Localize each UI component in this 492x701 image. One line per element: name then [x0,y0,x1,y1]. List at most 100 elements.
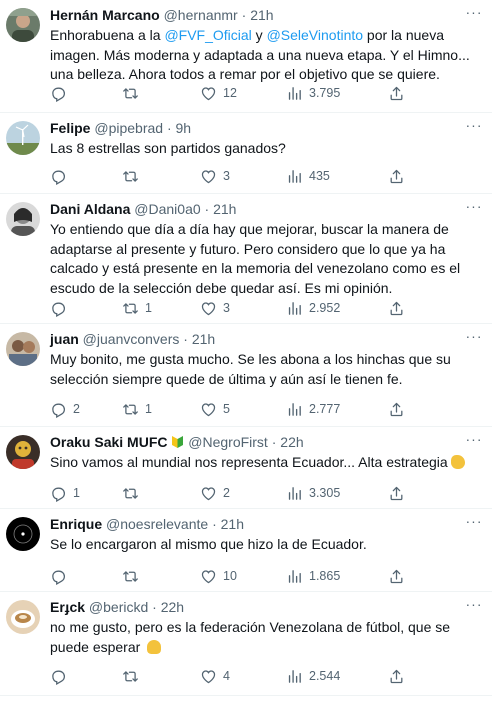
author-handle[interactable]: @juanvconvers [83,331,180,347]
reply-button[interactable] [50,667,73,685]
timestamp[interactable]: 21h [192,331,215,347]
like-count: 3 [223,301,230,315]
author-handle[interactable]: @noesrelevante [106,516,208,532]
reply-icon [50,485,67,502]
more-options-icon[interactable]: ··· [464,4,484,24]
reply-button[interactable]: 1 [50,484,80,502]
retweet-icon [122,85,139,102]
timestamp[interactable]: 21h [213,201,236,217]
author-handle[interactable]: @berickd [89,599,148,615]
separator-dot: · [204,201,210,217]
like-count: 3 [223,169,230,183]
share-button[interactable] [388,400,405,418]
avatar[interactable] [6,435,40,469]
reply-button[interactable] [50,299,73,317]
avatar[interactable] [6,332,40,366]
author-handle[interactable]: @hernanmr [164,7,238,23]
like-count: 10 [223,569,237,583]
views-button[interactable]: 2.544 [286,667,340,685]
views-button[interactable]: 2.952 [286,299,340,317]
tweet-text-part: no me gusto, pero es la federación Venez… [50,619,451,655]
tweet[interactable]: Dani Aldana @Dani0a0 · 21h ··· Yo entien… [0,194,492,324]
shrug-person-icon [147,639,162,654]
author-name[interactable]: Oraku Saki MUFC [50,434,167,450]
reply-count: 1 [73,486,80,500]
retweet-button[interactable] [122,667,145,685]
mention-link[interactable]: @FVF_Oficial [164,27,251,43]
separator-dot: · [183,331,188,347]
views-button[interactable]: 3.305 [286,484,340,502]
tweet-header: Felipe @pipebrad · 9h [50,119,462,137]
timestamp[interactable]: 21h [221,516,244,532]
author-handle[interactable]: @NegroFirst [188,434,268,450]
tweet-header: Oraku Saki MUFC @NegroFirst · 22h [50,433,462,451]
more-options-icon[interactable]: ··· [464,431,484,451]
tweet-text: Enhorabuena a la @FVF_Oficial y @SeleVin… [50,26,482,85]
retweet-button[interactable]: 1 [122,299,152,317]
share-button[interactable] [388,567,405,585]
timestamp[interactable]: 22h [280,434,303,450]
author-handle[interactable]: @Dani0a0 [134,201,200,217]
author-name[interactable]: juan [50,331,79,347]
tweet[interactable]: juan @juanvconvers · 21h ··· Muy bonito,… [0,324,492,427]
like-button[interactable]: 2 [200,484,230,502]
reply-button[interactable]: 2 [50,400,80,418]
like-button[interactable]: 5 [200,400,230,418]
tweet[interactable]: Erɟck @berickd · 22h ··· no me gusto, pe… [0,592,492,696]
views-button[interactable]: 1.865 [286,567,340,585]
author-name[interactable]: Enrique [50,516,102,532]
tweet[interactable]: Enrique @noesrelevante · 21h ··· Se lo e… [0,509,492,592]
share-button[interactable] [388,167,405,185]
like-button[interactable]: 3 [200,299,230,317]
more-options-icon[interactable]: ··· [464,117,484,137]
timestamp[interactable]: 22h [161,599,184,615]
retweet-button[interactable] [122,84,145,102]
reply-icon [50,168,67,185]
retweet-icon [122,300,139,317]
like-button[interactable]: 12 [200,84,237,102]
author-name[interactable]: Erɟck [50,599,85,615]
views-button[interactable]: 3.795 [286,84,340,102]
tweet[interactable]: Hernán Marcano @hernanmr · 21h ··· Enhor… [0,0,492,113]
avatar[interactable] [6,121,40,155]
share-button[interactable] [388,484,405,502]
reply-button[interactable] [50,167,73,185]
avatar[interactable] [6,517,40,551]
more-options-icon[interactable]: ··· [464,513,484,533]
share-button[interactable] [388,84,405,102]
tweet[interactable]: Oraku Saki MUFC @NegroFirst · 22h ··· Si… [0,427,492,509]
tweet-text: no me gusto, pero es la federación Venez… [50,618,482,657]
views-button[interactable]: 2.777 [286,400,340,418]
timestamp[interactable]: 21h [250,7,273,23]
more-options-icon[interactable]: ··· [464,198,484,218]
like-button[interactable]: 10 [200,567,237,585]
author-name[interactable]: Dani Aldana [50,201,130,217]
avatar[interactable] [6,202,40,236]
retweet-button[interactable]: 1 [122,400,152,418]
reply-button[interactable] [50,567,73,585]
retweet-button[interactable] [122,167,145,185]
reply-button[interactable] [50,84,73,102]
author-handle[interactable]: @pipebrad [94,120,163,136]
view-count: 2.777 [309,402,341,416]
author-name[interactable]: Felipe [50,120,90,136]
views-button[interactable]: 435 [286,167,330,185]
view-count: 2.952 [309,301,341,315]
like-button[interactable]: 4 [200,667,230,685]
more-options-icon[interactable]: ··· [464,596,484,616]
share-button[interactable] [388,667,405,685]
avatar[interactable] [6,600,40,634]
mention-link[interactable]: @SeleVinotinto [267,27,363,43]
more-options-icon[interactable]: ··· [464,328,484,348]
timestamp[interactable]: 9h [176,120,192,136]
tweet[interactable]: Felipe @pipebrad · 9h ··· Las 8 estrella… [0,113,492,194]
retweet-button[interactable] [122,567,145,585]
like-button[interactable]: 3 [200,167,230,185]
share-button[interactable] [388,299,405,317]
avatar[interactable] [6,8,40,42]
heart-icon [200,401,217,418]
views-icon [286,485,303,502]
author-name[interactable]: Hernán Marcano [50,7,160,23]
retweet-button[interactable] [122,484,145,502]
reply-icon [50,401,67,418]
